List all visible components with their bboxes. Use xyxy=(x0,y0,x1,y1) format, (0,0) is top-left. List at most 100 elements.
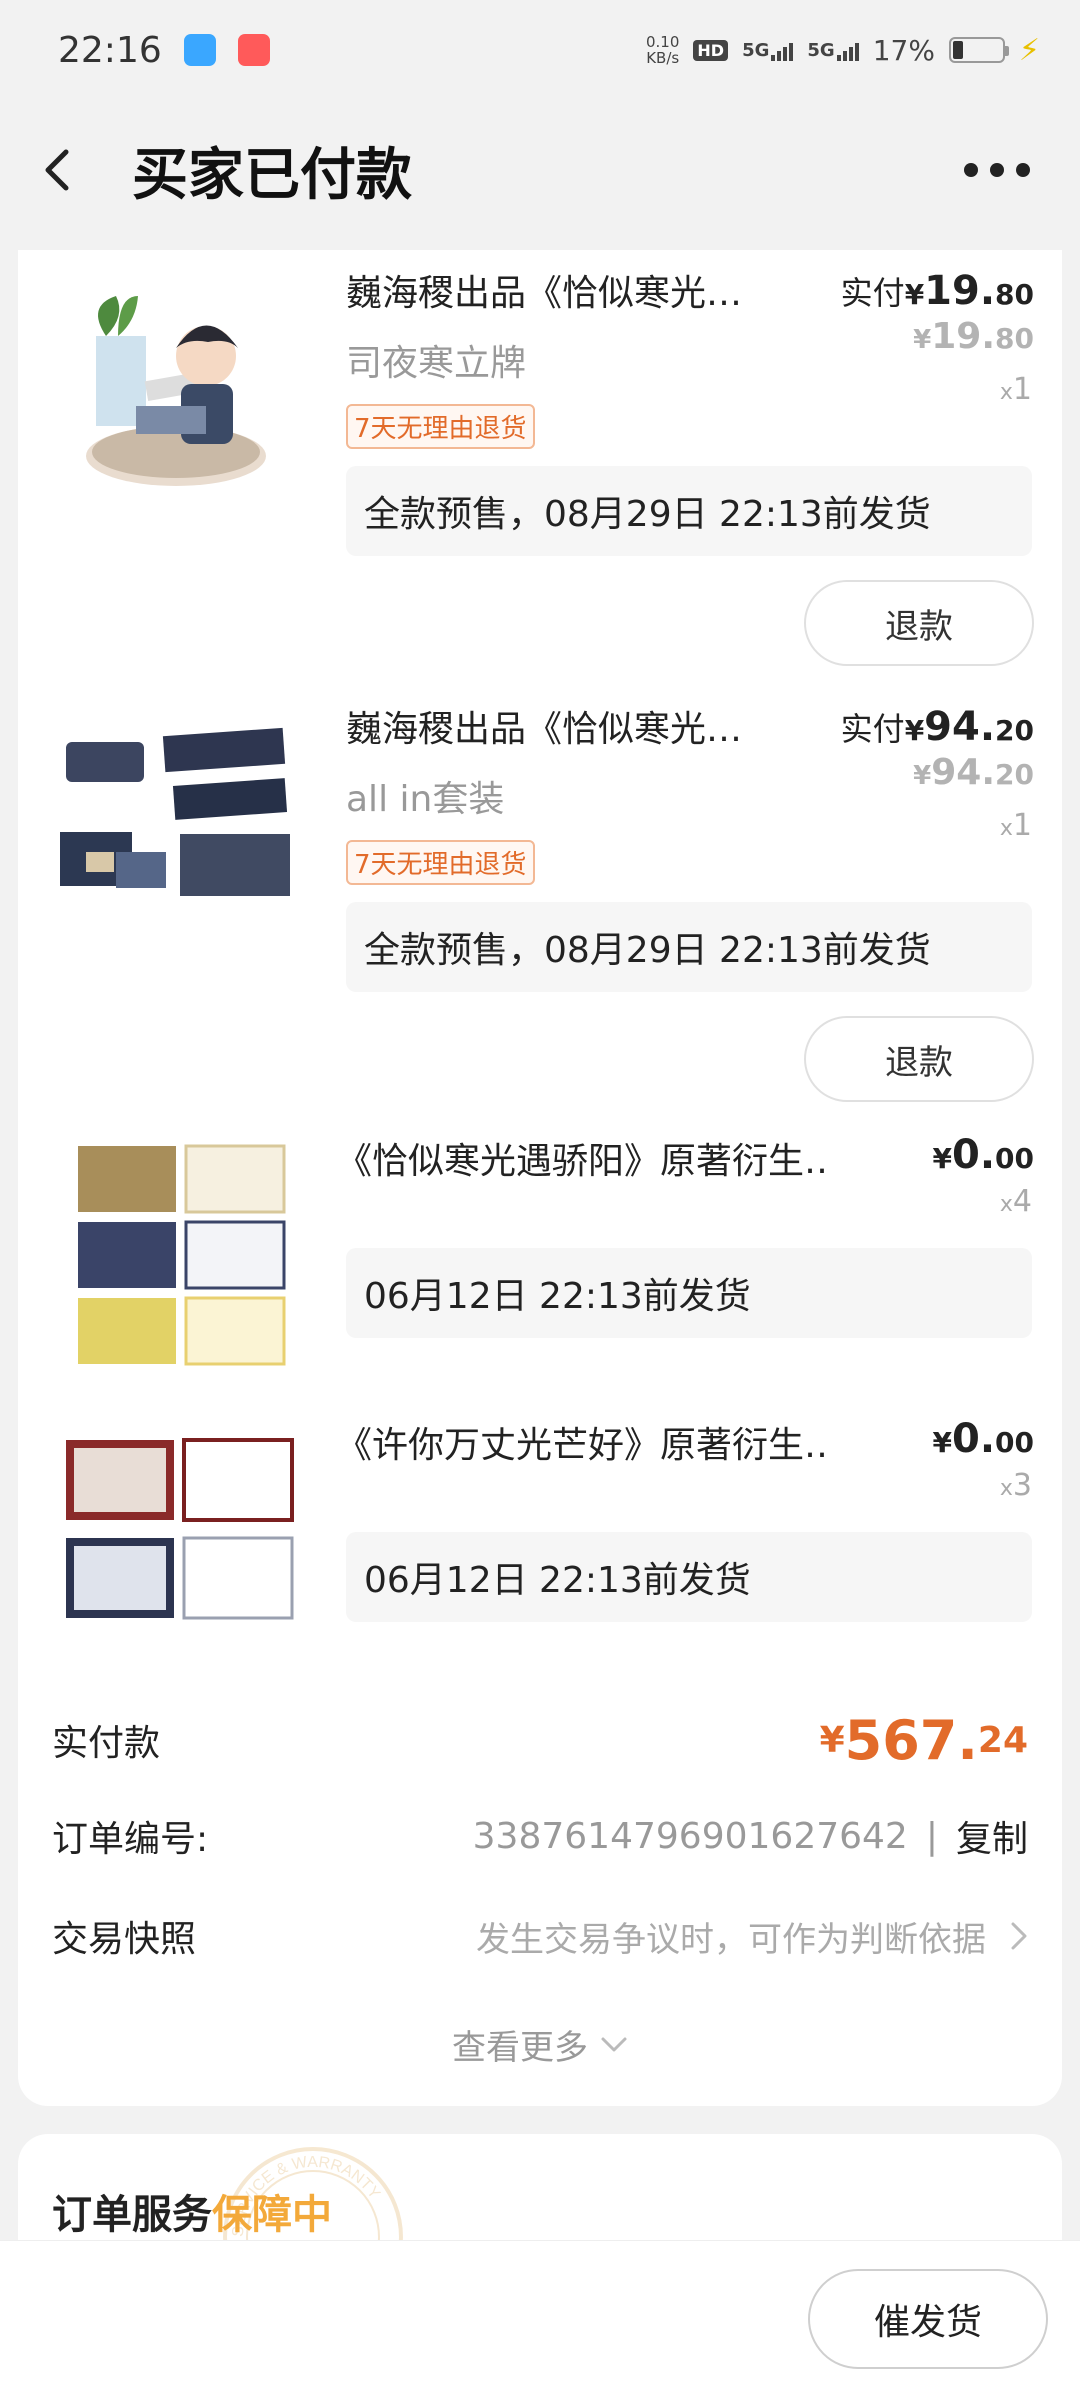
product-thumbnail-standee[interactable] xyxy=(56,266,296,506)
price-decimal: 80 xyxy=(995,278,1034,311)
more-dot xyxy=(1016,163,1030,177)
status-bar: 22:16 0.10 KB/s HD 5G 5G 17% ⚡ xyxy=(0,0,1080,100)
refund-button[interactable]: 退款 xyxy=(804,580,1034,666)
order-card: 巍海稷出品《恰似寒光… 司夜寒立牌 7天无理由退货 实付¥19.80 ¥19.8… xyxy=(18,250,1062,2106)
paid-price: ¥0.00 xyxy=(933,1416,1034,1462)
trade-snapshot-row[interactable]: 交易快照 发生交易争议时，可作为判断依据 xyxy=(52,1896,1028,1976)
quantity: x1 xyxy=(1000,808,1032,843)
paid-total-row: 实付款 ¥567. 24 xyxy=(52,1700,1028,1780)
order-number-label: 订单编号: xyxy=(52,1819,209,1860)
orig-price-integer: 94. xyxy=(931,752,996,793)
order-item[interactable]: 巍海稷出品《恰似寒光… all in套装 7天无理由退货 实付¥94.20 ¥9… xyxy=(18,686,1062,1106)
net-speed-unit: KB/s xyxy=(646,49,680,67)
paid-price-label: 实付 xyxy=(840,274,905,312)
paid-total-label: 实付款 xyxy=(52,1723,161,1764)
sim-label-2: 5G xyxy=(807,39,835,61)
net-speed-value: 0.10 xyxy=(645,33,680,51)
order-service-label: 订单服务 xyxy=(52,2192,212,2238)
app-notification-icon xyxy=(237,34,270,66)
divider: | xyxy=(925,1815,938,1857)
order-number-row: 订单编号: 3387614796901627642 | 复制 xyxy=(52,1796,1028,1876)
back-button[interactable] xyxy=(40,140,90,200)
orig-price-decimal: 80 xyxy=(995,322,1034,355)
status-right: 0.10 KB/s HD 5G 5G 17% ⚡ xyxy=(646,33,1040,68)
service-status: 保障中 xyxy=(212,2192,332,2238)
product-spec: 司夜寒立牌 xyxy=(346,343,527,384)
shipping-info: 06月12日 22:13前发货 xyxy=(346,1248,1032,1338)
product-title[interactable]: 《许你万丈光芒好》原著衍生… xyxy=(336,1416,826,1468)
shipping-info: 06月12日 22:13前发货 xyxy=(346,1532,1032,1622)
currency-symbol: ¥ xyxy=(932,1142,952,1175)
battery-percent: 17% xyxy=(872,33,935,67)
order-service-card[interactable]: SERVICE & WARRANTY 订单服务保障中 xyxy=(18,2134,1062,2254)
price-integer: 19. xyxy=(924,268,996,314)
price-integer: 94. xyxy=(924,704,996,750)
product-thumbnail-cards[interactable] xyxy=(56,1136,296,1376)
order-number-right: 3387614796901627642 | 复制 xyxy=(473,1810,1028,1862)
charging-icon: ⚡ xyxy=(1018,32,1040,68)
hd-icon: HD xyxy=(693,39,729,61)
product-title[interactable]: 巍海稷出品《恰似寒光… xyxy=(346,264,796,316)
quantity-x: x xyxy=(999,1476,1013,1501)
currency-symbol: ¥ xyxy=(904,714,925,747)
signal-icon-1: 5G xyxy=(742,39,794,61)
product-title[interactable]: 巍海稷出品《恰似寒光… xyxy=(346,700,796,752)
quantity: x1 xyxy=(1000,372,1032,407)
total-decimal: 24 xyxy=(977,1719,1028,1761)
original-price: ¥19.80 xyxy=(913,316,1034,357)
orig-price-integer: 19. xyxy=(931,316,996,357)
see-more-label: 查看更多 xyxy=(452,2028,588,2068)
currency-symbol: ¥ xyxy=(913,761,932,791)
quantity-x: x xyxy=(999,816,1013,841)
product-thumbnail-all-in-set[interactable] xyxy=(56,702,296,942)
sim-label-1: 5G xyxy=(742,39,770,61)
product-thumbnail-postcards[interactable] xyxy=(56,1420,296,1660)
more-options-button[interactable] xyxy=(954,153,1040,187)
return-policy-badge: 7天无理由退货 xyxy=(346,840,535,885)
battery-icon xyxy=(948,37,1009,63)
signal-icon-2: 5G xyxy=(807,39,859,61)
net-speed: 0.10 KB/s xyxy=(646,34,679,66)
see-more-button[interactable]: 查看更多 xyxy=(18,2020,1062,2069)
hd-label: HD xyxy=(693,39,729,61)
refund-button[interactable]: 退款 xyxy=(804,1016,1034,1102)
page-header: 买家已付款 xyxy=(0,110,1080,230)
quantity: x4 xyxy=(1000,1184,1032,1219)
paid-total-amount: ¥567. 24 xyxy=(820,1709,1028,1772)
order-item[interactable]: 《许你万丈光芒好》原著衍生… ¥0.00 x3 06月12日 22:13前发货 xyxy=(18,1406,1062,1688)
clock: 22:16 xyxy=(58,29,162,71)
currency-symbol: ¥ xyxy=(913,325,932,355)
qq-icon xyxy=(183,34,216,66)
total-integer: 567. xyxy=(844,1708,978,1772)
order-number: 3387614796901627642 xyxy=(472,1815,908,1857)
bottom-action-bar: 催发货 xyxy=(0,2240,1080,2400)
chevron-left-icon xyxy=(45,149,69,191)
paid-price: ¥0.00 xyxy=(933,1132,1034,1178)
chevron-down-icon xyxy=(601,2037,627,2051)
price-decimal: 20 xyxy=(995,714,1034,747)
price-decimal: 00 xyxy=(995,1426,1034,1459)
quantity: x3 xyxy=(1000,1468,1032,1503)
quantity-x: x xyxy=(999,380,1013,405)
quantity-value: 1 xyxy=(1012,372,1032,407)
quantity-x: x xyxy=(999,1192,1013,1217)
quantity-value: 3 xyxy=(1012,1468,1032,1503)
orig-price-decimal: 20 xyxy=(995,758,1034,791)
original-price: ¥94.20 xyxy=(913,752,1034,793)
more-dots-icon xyxy=(964,163,978,177)
order-item[interactable]: 《恰似寒光遇骄阳》原著衍生… ¥0.00 x4 06月12日 22:13前发货 xyxy=(18,1122,1062,1404)
trade-snapshot-right: 发生交易争议时，可作为判断依据 xyxy=(476,1912,1028,1961)
status-left: 22:16 xyxy=(58,30,270,71)
urge-shipment-button[interactable]: 催发货 xyxy=(808,2269,1048,2369)
shipping-info: 全款预售，08月29日 22:13前发货 xyxy=(346,902,1032,992)
order-item[interactable]: 巍海稷出品《恰似寒光… 司夜寒立牌 7天无理由退货 实付¥19.80 ¥19.8… xyxy=(18,250,1062,670)
quantity-value: 4 xyxy=(1012,1184,1032,1219)
paid-price-label: 实付 xyxy=(840,710,905,748)
price-integer: 0. xyxy=(952,1132,996,1178)
trade-snapshot-label: 交易快照 xyxy=(52,1919,197,1960)
copy-button[interactable]: 复制 xyxy=(956,1810,1028,1862)
price-integer: 0. xyxy=(952,1416,996,1462)
product-title[interactable]: 《恰似寒光遇骄阳》原著衍生… xyxy=(336,1132,826,1184)
price-decimal: 00 xyxy=(995,1142,1034,1175)
currency-symbol: ¥ xyxy=(932,1426,952,1459)
